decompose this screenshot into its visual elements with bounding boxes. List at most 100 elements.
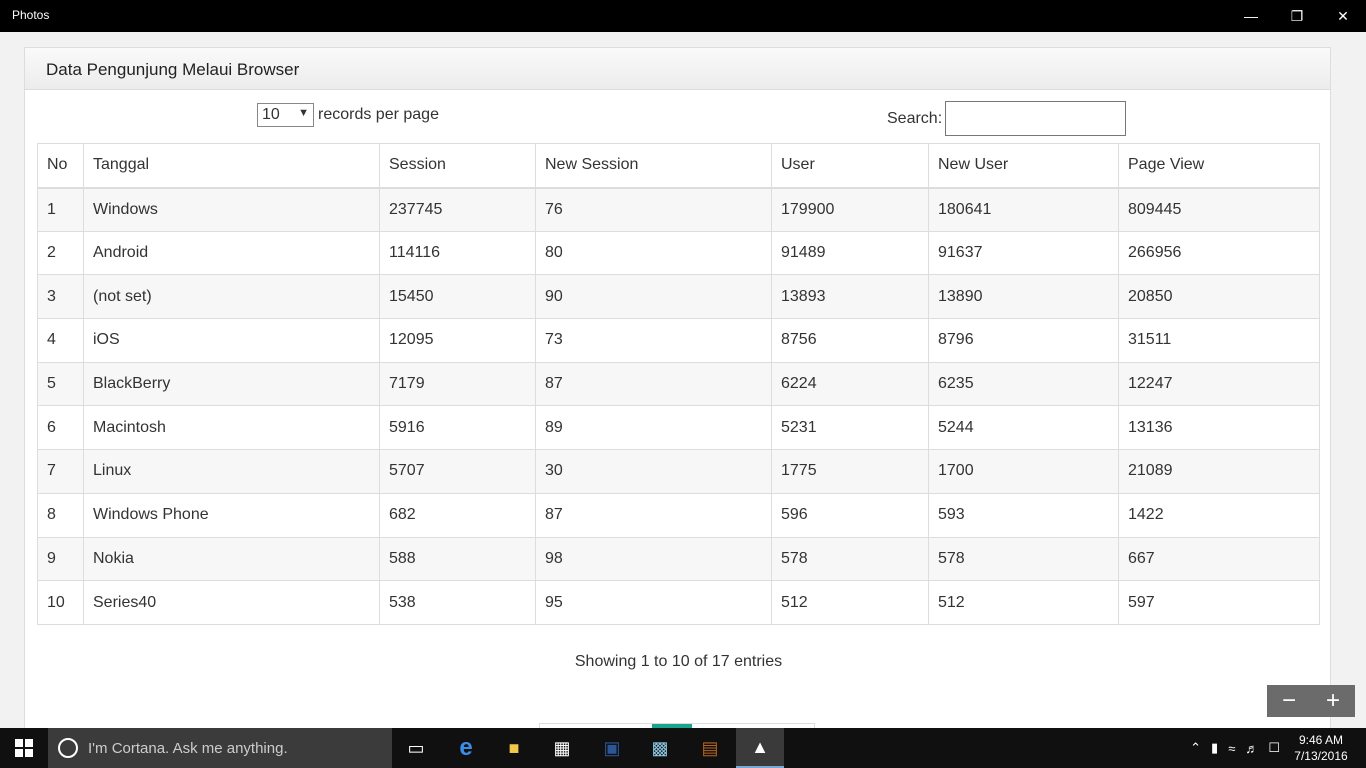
search-input[interactable]: [945, 101, 1127, 136]
cell-page-view: 20850: [1118, 274, 1320, 320]
cell-user: 179900: [771, 187, 929, 232]
cell-session: 114116: [379, 230, 536, 276]
cell-user: 91489: [771, 230, 929, 276]
app-title: Photos: [12, 8, 50, 22]
cell-new-user: 5244: [928, 405, 1119, 451]
cell-new-user: 6235: [928, 361, 1119, 407]
table-row: 4 iOS 12095 73 8756 8796 31511: [37, 318, 1320, 363]
cell-no: 5: [37, 361, 84, 407]
cell-page-view: 12247: [1118, 361, 1320, 407]
notifications-icon[interactable]: ☐: [1268, 740, 1280, 756]
cell-new-user: 593: [928, 492, 1119, 538]
cell-session: 12095: [379, 318, 536, 363]
battery-icon[interactable]: ▮: [1211, 740, 1218, 756]
cell-user: 6224: [771, 361, 929, 407]
windows-logo-icon: [15, 739, 33, 757]
column-header-user[interactable]: User: [771, 143, 929, 189]
system-tray: ⌃ ▮ ≈ ♬ ☐: [1190, 728, 1280, 768]
cell-tanggal: Android: [83, 230, 380, 276]
table-row: 2 Android 114116 80 91489 91637 266956: [37, 230, 1320, 276]
cell-new-session: 80: [535, 230, 772, 276]
table-row: 9 Nokia 588 98 578 578 667: [37, 536, 1320, 582]
cell-page-view: 266956: [1118, 230, 1320, 276]
cell-session: 7179: [379, 361, 536, 407]
photo-viewer: Data Pengunjung Melaui Browser 10 ▼ reco…: [0, 32, 1366, 728]
search-control: Search:: [887, 101, 1127, 136]
cell-no: 6: [37, 405, 84, 451]
volume-icon[interactable]: ♬: [1245, 741, 1258, 756]
cell-tanggal: Nokia: [83, 536, 380, 582]
cell-tanggal: Macintosh: [83, 405, 380, 451]
wifi-icon[interactable]: ≈: [1228, 741, 1235, 756]
start-button[interactable]: [0, 728, 48, 768]
winrar-icon[interactable]: ▤: [686, 728, 734, 768]
store-icon[interactable]: ▦: [538, 728, 586, 768]
clock-time: 9:46 AM: [1298, 733, 1344, 747]
cell-session: 15450: [379, 274, 536, 320]
photos-app-icon[interactable]: ▲: [736, 728, 784, 768]
cell-session: 5916: [379, 405, 536, 451]
cell-tanggal: BlackBerry: [83, 361, 380, 407]
cell-new-session: 95: [535, 580, 772, 625]
word-icon[interactable]: ▣: [588, 728, 636, 768]
cell-no: 9: [37, 536, 84, 582]
cell-session: 682: [379, 492, 536, 538]
cell-tanggal: Windows: [83, 187, 380, 232]
file-explorer-icon[interactable]: ■: [490, 728, 538, 768]
cell-new-session: 87: [535, 492, 772, 538]
records-per-page-select[interactable]: 10 ▼: [257, 103, 314, 127]
cell-tanggal: Windows Phone: [83, 492, 380, 538]
restore-button[interactable]: ❐: [1274, 0, 1320, 32]
task-view-icon[interactable]: ▭: [392, 728, 440, 768]
minimize-button[interactable]: —: [1228, 0, 1274, 32]
records-per-page-control: 10 ▼ records per page: [257, 103, 439, 127]
close-button[interactable]: ✕: [1320, 0, 1366, 32]
cell-new-session: 89: [535, 405, 772, 451]
cell-page-view: 597: [1118, 580, 1320, 625]
taskbar: I'm Cortana. Ask me anything. ▭ e ■ ▦ ▣ …: [0, 728, 1366, 768]
cell-no: 3: [37, 274, 84, 320]
cell-new-user: 578: [928, 536, 1119, 582]
table-row: 1 Windows 237745 76 179900 180641 809445: [37, 187, 1320, 232]
cortana-icon: [58, 738, 78, 758]
cell-new-session: 30: [535, 449, 772, 494]
dropdown-arrow-icon: ▼: [298, 107, 309, 119]
cell-new-user: 1700: [928, 449, 1119, 494]
cell-tanggal: iOS: [83, 318, 380, 363]
cell-session: 237745: [379, 187, 536, 232]
cell-tanggal: Linux: [83, 449, 380, 494]
table-row: 3 (not set) 15450 90 13893 13890 20850: [37, 274, 1320, 320]
cell-new-session: 98: [535, 536, 772, 582]
table-row: 7 Linux 5707 30 1775 1700 21089: [37, 449, 1320, 494]
edge-browser-icon[interactable]: e: [442, 728, 490, 768]
records-per-page-label: records per page: [318, 106, 439, 123]
cell-user: 596: [771, 492, 929, 538]
column-header-new-session[interactable]: New Session: [535, 143, 772, 189]
cortana-placeholder: I'm Cortana. Ask me anything.: [88, 739, 288, 757]
cell-new-user: 91637: [928, 230, 1119, 276]
table-header-row: No Tanggal Session New Session User New …: [37, 143, 1320, 189]
clock[interactable]: 9:46 AM 7/13/2016: [1290, 732, 1352, 764]
zoom-controls: − +: [1267, 685, 1355, 717]
table-info: Showing 1 to 10 of 17 entries: [574, 653, 783, 670]
column-header-page-view[interactable]: Page View: [1118, 143, 1320, 189]
cell-page-view: 1422: [1118, 492, 1320, 538]
column-header-new-user[interactable]: New User: [928, 143, 1119, 189]
table-row: 5 BlackBerry 7179 87 6224 6235 12247: [37, 361, 1320, 407]
column-header-no[interactable]: No: [37, 143, 84, 189]
zoom-out-button[interactable]: −: [1267, 685, 1311, 717]
cortana-search-box[interactable]: I'm Cortana. Ask me anything.: [48, 728, 392, 768]
show-hidden-icons-icon[interactable]: ⌃: [1190, 740, 1201, 756]
cell-no: 7: [37, 449, 84, 494]
cell-no: 1: [37, 187, 84, 232]
cell-new-session: 90: [535, 274, 772, 320]
column-header-tanggal[interactable]: Tanggal: [83, 143, 380, 189]
clock-date: 7/13/2016: [1294, 749, 1348, 763]
cell-session: 5707: [379, 449, 536, 494]
data-panel: Data Pengunjung Melaui Browser 10 ▼ reco…: [24, 47, 1331, 728]
cell-page-view: 21089: [1118, 449, 1320, 494]
control-panel-icon[interactable]: ▩: [636, 728, 684, 768]
column-header-session[interactable]: Session: [379, 143, 536, 189]
zoom-in-button[interactable]: +: [1311, 685, 1355, 717]
data-table: No Tanggal Session New Session User New …: [37, 143, 1320, 625]
